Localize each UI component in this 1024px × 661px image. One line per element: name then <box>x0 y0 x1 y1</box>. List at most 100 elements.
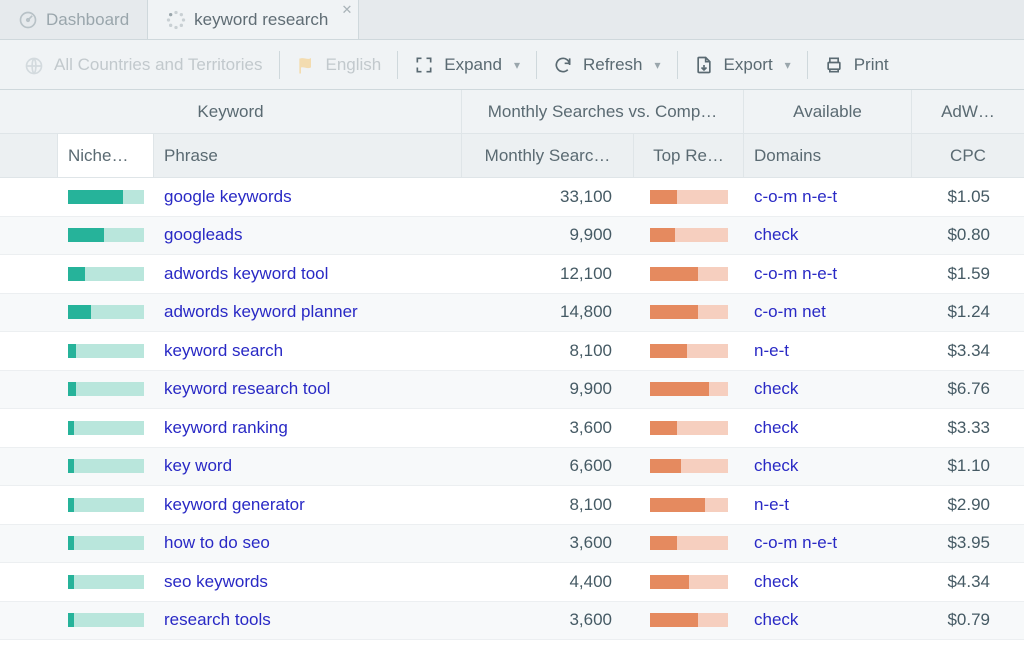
table-row[interactable]: key word6,600check$1.10 <box>0 448 1024 487</box>
top-result-bar <box>650 459 728 473</box>
table-row[interactable]: keyword research tool 9,900 check $6.76 <box>0 371 1024 410</box>
top-result-cell <box>634 267 744 281</box>
domains-link[interactable]: c-o-m n-e-t <box>754 533 837 553</box>
tab-bar: Dashboard keyword research ✕ <box>0 0 1024 40</box>
phrase-link[interactable]: research tools <box>164 610 271 630</box>
top-result-fill <box>650 421 677 435</box>
domains-link[interactable]: n-e-t <box>754 495 789 515</box>
domains-cell: c-o-m n-e-t <box>744 264 912 284</box>
domains-link[interactable]: n-e-t <box>754 341 789 361</box>
domains-link[interactable]: check <box>754 456 798 476</box>
table-row[interactable]: how to do seo3,600c-o-m n-e-t$3.95 <box>0 525 1024 564</box>
domains-link[interactable]: check <box>754 610 798 630</box>
header-adwords[interactable]: AdW… <box>912 90 1024 133</box>
niche-bar-cell <box>58 344 154 358</box>
cpc-cell: $4.34 <box>912 572 1024 592</box>
language-label: English <box>326 55 382 75</box>
phrase-link[interactable]: key word <box>164 456 232 476</box>
table-row[interactable]: seo keywords4,400check$4.34 <box>0 563 1024 602</box>
domains-link[interactable]: check <box>754 572 798 592</box>
top-result-bar <box>650 305 728 319</box>
domains-link[interactable]: c-o-m n-e-t <box>754 187 837 207</box>
phrase-cell: how to do seo <box>154 533 462 553</box>
separator <box>807 51 808 79</box>
header-niche[interactable]: Niche… <box>58 134 154 177</box>
header-row-columns: Niche… Phrase Monthly Searc… Top Re… Dom… <box>0 134 1024 178</box>
top-result-cell <box>634 498 744 512</box>
cpc-cell: $6.76 <box>912 379 1024 399</box>
phrase-link[interactable]: adwords keyword tool <box>164 264 328 284</box>
niche-bar-cell <box>58 575 154 589</box>
header-monthly[interactable]: Monthly Searc… <box>462 134 634 177</box>
table-row[interactable]: keyword generator8,100n-e-t$2.90 <box>0 486 1024 525</box>
domains-cell: c-o-m n-e-t <box>744 187 912 207</box>
phrase-link[interactable]: keyword generator <box>164 495 305 515</box>
table-row[interactable]: adwords keyword planner14,800c-o-m net$1… <box>0 294 1024 333</box>
domains-cell: c-o-m n-e-t <box>744 533 912 553</box>
niche-bar <box>68 228 144 242</box>
table-row[interactable]: adwords keyword tool12,100c-o-m n-e-t$1.… <box>0 255 1024 294</box>
phrase-link[interactable]: google keywords <box>164 187 292 207</box>
globe-icon <box>24 55 44 75</box>
export-button[interactable]: Export ▾ <box>680 40 805 89</box>
niche-bar <box>68 613 144 627</box>
domains-link[interactable]: check <box>754 379 798 399</box>
phrase-link[interactable]: adwords keyword planner <box>164 302 358 322</box>
header-keyword-group[interactable]: Keyword <box>0 90 462 133</box>
top-result-cell <box>634 575 744 589</box>
domains-cell: check <box>744 572 912 592</box>
close-icon[interactable]: ✕ <box>341 2 352 18</box>
top-result-fill <box>650 459 681 473</box>
table-row[interactable]: research tools3,600check$0.79 <box>0 602 1024 641</box>
niche-fill <box>68 267 85 281</box>
tab-dashboard[interactable]: Dashboard <box>0 0 148 39</box>
domains-link[interactable]: c-o-m n-e-t <box>754 264 837 284</box>
niche-bar-cell <box>58 305 154 319</box>
table-row[interactable]: google keywords33,100c-o-m n-e-t$1.05 <box>0 178 1024 217</box>
phrase-cell: key word <box>154 456 462 476</box>
domains-link[interactable]: c-o-m net <box>754 302 826 322</box>
header-top-result[interactable]: Top Re… <box>634 134 744 177</box>
cpc-cell: $3.33 <box>912 418 1024 438</box>
header-available[interactable]: Available <box>744 90 912 133</box>
separator <box>677 51 678 79</box>
export-label: Export <box>724 55 773 75</box>
header-monthly-group[interactable]: Monthly Searches vs. Comp… <box>462 90 744 133</box>
phrase-cell: keyword generator <box>154 495 462 515</box>
country-label: All Countries and Territories <box>54 55 263 75</box>
country-selector[interactable]: All Countries and Territories <box>10 40 277 89</box>
top-result-bar <box>650 421 728 435</box>
phrase-link[interactable]: keyword research tool <box>164 379 330 399</box>
print-button[interactable]: Print <box>810 40 903 89</box>
table-row[interactable]: keyword search8,100n-e-t$3.34 <box>0 332 1024 371</box>
monthly-cell: 3,600 <box>462 418 634 438</box>
monthly-cell: 14,800 <box>462 302 634 322</box>
header-domains[interactable]: Domains <box>744 134 912 177</box>
chevron-down-icon: ▾ <box>514 58 520 72</box>
domains-link[interactable]: check <box>754 225 798 245</box>
header-phrase[interactable]: Phrase <box>154 134 462 177</box>
refresh-button[interactable]: Refresh ▾ <box>539 40 675 89</box>
phrase-link[interactable]: googleads <box>164 225 242 245</box>
cpc-cell: $0.80 <box>912 225 1024 245</box>
domains-link[interactable]: check <box>754 418 798 438</box>
phrase-link[interactable]: seo keywords <box>164 572 268 592</box>
niche-bar <box>68 498 144 512</box>
phrase-link[interactable]: keyword search <box>164 341 283 361</box>
tab-keyword-research[interactable]: keyword research ✕ <box>148 0 359 39</box>
niche-fill <box>68 190 123 204</box>
toolbar: All Countries and Territories English Ex… <box>0 40 1024 90</box>
language-selector[interactable]: English <box>282 40 396 89</box>
top-result-bar <box>650 228 728 242</box>
cpc-cell: $2.90 <box>912 495 1024 515</box>
table-row[interactable]: keyword ranking 3,600 check $3.33 <box>0 409 1024 448</box>
phrase-cell: keyword ranking <box>154 418 462 438</box>
monthly-cell: 9,900 <box>462 379 634 399</box>
phrase-link[interactable]: keyword ranking <box>164 418 288 438</box>
header-cpc[interactable]: CPC <box>912 134 1024 177</box>
expand-button[interactable]: Expand ▾ <box>400 40 534 89</box>
niche-bar-cell <box>58 267 154 281</box>
phrase-link[interactable]: how to do seo <box>164 533 270 553</box>
top-result-fill <box>650 536 677 550</box>
table-row[interactable]: googleads9,900check$0.80 <box>0 217 1024 256</box>
